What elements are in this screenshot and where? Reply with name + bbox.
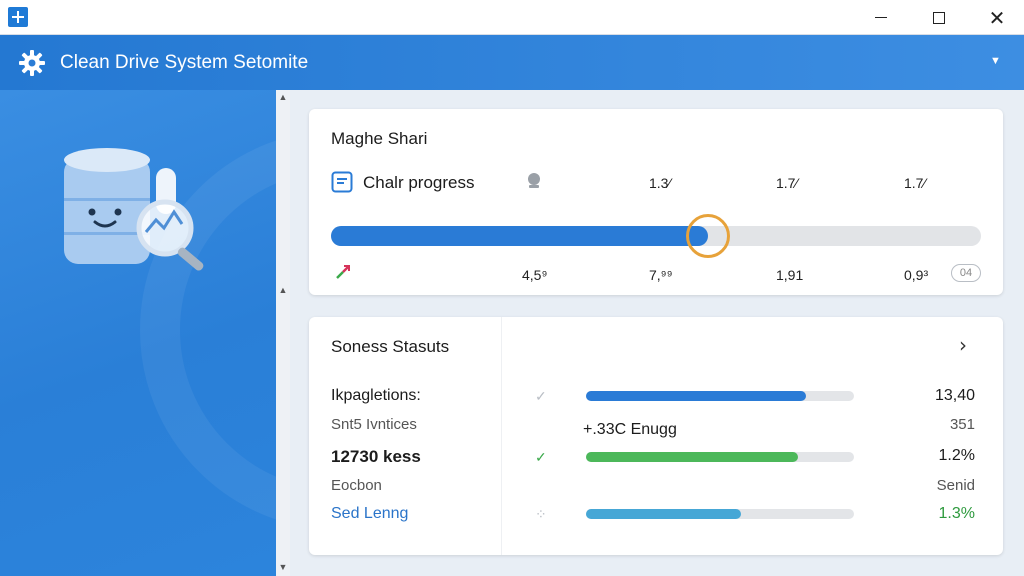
- app-title: Clean Drive System Setomite: [60, 52, 309, 73]
- progress-label: Chalr progress: [363, 173, 475, 192]
- progress-bottom-value: 7,⁹⁹: [649, 267, 673, 283]
- progress-card: Maghe Shari Chalr progress 1.3⁄ 1.7⁄ 1.7…: [309, 109, 1003, 295]
- chevron-right-icon[interactable]: ›: [959, 333, 967, 357]
- gear-icon[interactable]: [18, 49, 46, 77]
- status-card: Soness Stasuts › Ikpagletions: ✓ 13,40 S…: [309, 317, 1003, 555]
- drive-mascot-illustration: [64, 148, 204, 271]
- progress-bottom-value: 4,5⁹: [522, 267, 548, 283]
- status-bar-fill: [586, 452, 798, 462]
- status-bar-track: [586, 452, 854, 462]
- status-row-label: Eocbon: [331, 477, 382, 494]
- minimize-icon: [875, 16, 887, 19]
- count-badge: 04: [951, 264, 981, 282]
- status-bar-fill: [586, 391, 806, 401]
- status-bar-track: [586, 509, 854, 519]
- app-header: Clean Drive System Setomite ▼: [0, 35, 1024, 90]
- check-icon: ✓: [535, 449, 547, 465]
- status-bar-fill: [586, 509, 741, 519]
- status-row-label: Ikpagletions:: [331, 387, 421, 404]
- status-bar-track: [586, 391, 854, 401]
- scroll-down-icon[interactable]: ▼: [276, 562, 290, 572]
- content-area: Maghe Shari Chalr progress 1.3⁄ 1.7⁄ 1.7…: [290, 90, 1024, 576]
- app-icon: [8, 7, 28, 27]
- scrollbar[interactable]: ▲ ▲ ▼: [276, 90, 290, 576]
- status-row-value: 13,40: [934, 387, 975, 404]
- status-row-note: +.33C Enugg: [583, 421, 677, 438]
- status-row-value: Senid: [936, 477, 975, 494]
- progress-track[interactable]: [331, 214, 981, 258]
- status-dots-icon: ⁘: [535, 506, 547, 522]
- close-icon: ✕: [988, 5, 1006, 30]
- document-icon: [331, 171, 353, 193]
- progress-top-value: 1.7⁄: [776, 175, 798, 191]
- close-button[interactable]: ✕: [968, 0, 1024, 35]
- status-row-value: 1.3%: [938, 505, 975, 522]
- chart-arrow-icon: [336, 265, 350, 279]
- pin-icon: [528, 173, 540, 188]
- status-row-label: 12730 kess: [331, 447, 421, 466]
- progress-bottom-value: 0,9³: [904, 267, 929, 283]
- progress-bottom-value: 1,91: [776, 267, 804, 283]
- minimize-button[interactable]: [852, 0, 910, 35]
- progress-top-value: 1.7⁄: [904, 175, 926, 191]
- status-card-title: Soness Stasuts: [331, 337, 450, 356]
- left-pane: [0, 90, 276, 576]
- status-row-label: Snt5 Ivntices: [331, 416, 417, 433]
- scroll-thumb-icon[interactable]: ▲: [276, 285, 290, 295]
- maximize-button[interactable]: [910, 0, 968, 35]
- chevron-down-icon[interactable]: ▼: [990, 55, 1001, 67]
- scroll-up-icon[interactable]: ▲: [276, 92, 290, 102]
- progress-top-value: 1.3⁄: [649, 175, 671, 191]
- progress-card-title: Maghe Shari: [331, 129, 428, 148]
- status-row-value: 1.2%: [938, 447, 975, 464]
- status-row-value: 351: [949, 416, 975, 433]
- progress-handle[interactable]: [686, 214, 730, 258]
- title-bar: ✕: [0, 0, 1024, 35]
- column-divider: [501, 317, 502, 555]
- check-icon: ✓: [535, 388, 547, 404]
- progress-fill: [331, 226, 708, 246]
- maximize-icon: [933, 11, 945, 24]
- status-row-link[interactable]: Sed Lenng: [331, 505, 408, 523]
